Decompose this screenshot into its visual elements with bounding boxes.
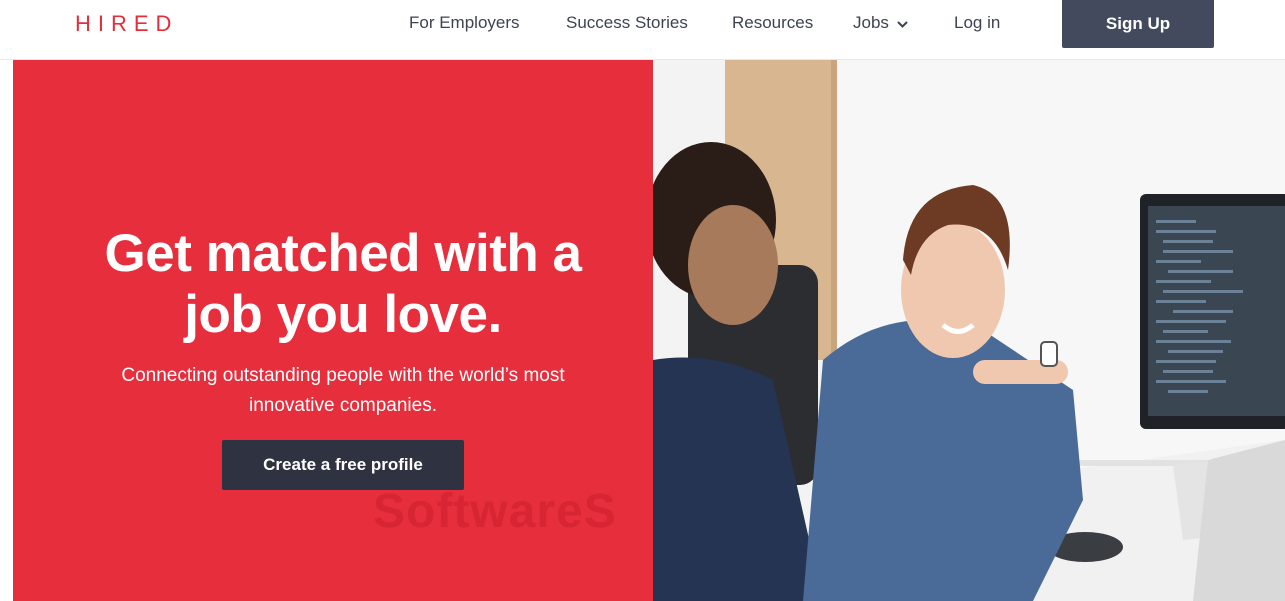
hero-subtitle: Connecting outstanding people with the w…: [13, 361, 673, 421]
nav-jobs-label: Jobs: [853, 13, 889, 32]
chevron-down-icon: [897, 14, 908, 34]
hero-panel: Get matched with a job you love. Connect…: [13, 60, 653, 601]
nav-for-employers[interactable]: For Employers: [409, 13, 520, 33]
nav-resources[interactable]: Resources: [732, 13, 813, 33]
hero-subtitle-line1: Connecting outstanding people with the w…: [121, 365, 565, 386]
hero-headline-line2: job you love.: [184, 285, 502, 344]
nav-log-in[interactable]: Log in: [954, 13, 1000, 33]
nav-jobs-dropdown[interactable]: Jobs: [853, 13, 908, 34]
create-profile-button[interactable]: Create a free profile: [222, 440, 464, 490]
hired-logo[interactable]: HIRED: [75, 11, 178, 37]
page: HIRED For Employers Success Stories Reso…: [0, 0, 1285, 601]
nav-success-stories[interactable]: Success Stories: [566, 13, 688, 33]
watermark-text: SoftwareS: [373, 485, 617, 538]
hero-headline: Get matched with a job you love.: [13, 223, 673, 345]
hero-subtitle-line2: innovative companies.: [249, 395, 437, 416]
hero-photo: [653, 60, 1285, 601]
site-header: HIRED For Employers Success Stories Reso…: [0, 0, 1285, 60]
hero-headline-line1: Get matched with a: [104, 224, 582, 283]
office-scene-image: [653, 60, 1285, 601]
sign-up-button[interactable]: Sign Up: [1062, 0, 1214, 48]
